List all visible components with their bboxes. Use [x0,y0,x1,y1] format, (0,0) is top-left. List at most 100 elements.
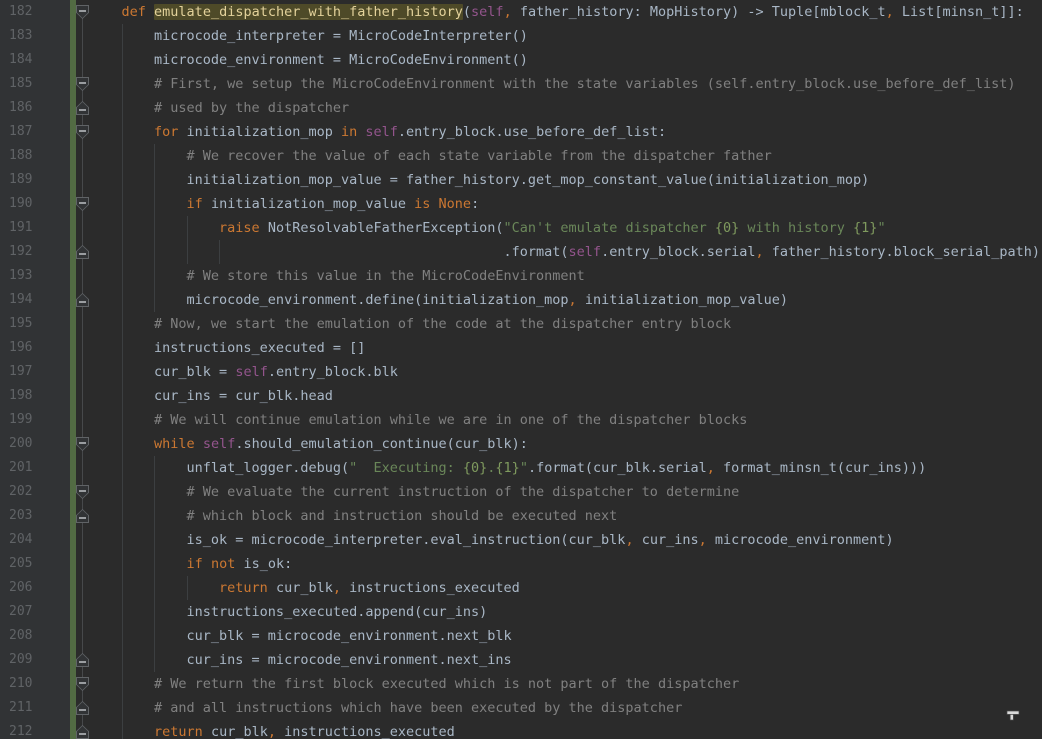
token-p [89,556,187,572]
fold-end-icon[interactable] [76,509,89,523]
code-line[interactable]: microcode_environment = MicroCodeEnviron… [89,48,1042,72]
fold-start-icon[interactable] [76,5,89,19]
code-line[interactable]: # We will continue emulation while we ar… [89,408,1042,432]
code-line[interactable]: if not is_ok: [89,552,1042,576]
code-line[interactable]: return cur_blk, instructions_executed [89,720,1042,739]
line-number[interactable]: 185 [0,72,70,96]
code-line[interactable]: unflat_logger.debug(" Executing: {0}.{1}… [89,456,1042,480]
fold-end-icon[interactable] [76,701,89,715]
token-p: List[minsn_t]]: [894,4,1024,20]
code-line[interactable]: raise NotResolvableFatherException("Can'… [89,216,1042,240]
fold-icon-part [77,126,88,138]
line-number[interactable]: 189 [0,168,70,192]
code-line[interactable]: instructions_executed = [] [89,336,1042,360]
editor-row: 193 # We store this value in the MicroCo… [0,264,1042,288]
line-number[interactable]: 199 [0,408,70,432]
code-line[interactable]: # First, we setup the MicroCodeEnvironme… [89,72,1042,96]
token-o: , [504,4,512,20]
line-number[interactable]: 206 [0,576,70,600]
fold-start-icon[interactable] [76,677,89,691]
code-line[interactable]: # and all instructions which have been e… [89,696,1042,720]
fold-end-icon[interactable] [76,101,89,115]
token-f: {0} [463,460,487,476]
line-number[interactable]: 197 [0,360,70,384]
line-number[interactable]: 207 [0,600,70,624]
fold-icon-part [77,198,88,210]
code-line[interactable]: cur_ins = microcode_environment.next_ins [89,648,1042,672]
code-line[interactable]: if initialization_mop_value is None: [89,192,1042,216]
fold-start-icon[interactable] [76,125,89,139]
fold-icon-part [79,82,86,84]
code-line[interactable]: # We evaluate the current instruction of… [89,480,1042,504]
code-line[interactable]: # We store this value in the MicroCodeEn… [89,264,1042,288]
code-line[interactable]: # We return the first block executed whi… [89,672,1042,696]
code-line[interactable]: # which block and instruction should be … [89,504,1042,528]
code-text: # which block and instruction should be … [89,504,1042,528]
line-number[interactable]: 192 [0,240,70,264]
fold-end-icon[interactable] [76,653,89,667]
line-number[interactable]: 190 [0,192,70,216]
line-number[interactable]: 191 [0,216,70,240]
fold-end-icon[interactable] [76,245,89,259]
code-line[interactable]: microcode_interpreter = MicroCodeInterpr… [89,24,1042,48]
code-line[interactable]: instructions_executed.append(cur_ins) [89,600,1042,624]
token-k: None [439,196,472,212]
fold-start-icon[interactable] [76,485,89,499]
line-number[interactable]: 193 [0,264,70,288]
fold-start-icon[interactable] [76,197,89,211]
token-s: " [877,220,885,236]
line-number[interactable]: 183 [0,24,70,48]
fold-end-icon[interactable] [76,725,89,739]
fold-icon-part [77,102,88,114]
code-line[interactable]: def emulate_dispatcher_with_father_histo… [89,0,1042,24]
code-line[interactable]: for initialization_mop in self.entry_blo… [89,120,1042,144]
line-number[interactable]: 196 [0,336,70,360]
token-p: initialization_mop_value) [577,292,788,308]
code-line[interactable]: initialization_mop_value = father_histor… [89,168,1042,192]
line-number[interactable]: 194 [0,288,70,312]
line-number[interactable]: 209 [0,648,70,672]
fold-start-icon[interactable] [76,437,89,451]
gutter-fold-column [76,48,89,72]
code-line[interactable]: # used by the dispatcher [89,96,1042,120]
editor-row: 182 def emulate_dispatcher_with_father_h… [0,0,1042,24]
line-number[interactable]: 186 [0,96,70,120]
fold-icon-part [77,78,88,90]
line-number[interactable]: 187 [0,120,70,144]
code-line[interactable]: return cur_blk, instructions_executed [89,576,1042,600]
code-line[interactable]: cur_blk = microcode_environment.next_blk [89,624,1042,648]
line-number[interactable]: 201 [0,456,70,480]
line-number[interactable]: 208 [0,624,70,648]
token-p: microcode_environment.define(initializat… [89,292,569,308]
code-text: while self.should_emulation_continue(cur… [89,432,1042,456]
line-number[interactable]: 212 [0,720,70,739]
line-number[interactable]: 203 [0,504,70,528]
line-number[interactable]: 200 [0,432,70,456]
code-line[interactable]: microcode_environment.define(initializat… [89,288,1042,312]
line-number[interactable]: 202 [0,480,70,504]
code-line[interactable]: while self.should_emulation_continue(cur… [89,432,1042,456]
code-line[interactable]: .format(self.entry_block.serial, father_… [89,240,1042,264]
code-text: initialization_mop_value = father_histor… [89,168,1042,192]
editor-row: 201 unflat_logger.debug(" Executing: {0}… [0,456,1042,480]
line-number[interactable]: 211 [0,696,70,720]
code-line[interactable]: # Now, we start the emulation of the cod… [89,312,1042,336]
fold-end-icon[interactable] [76,293,89,307]
fold-start-icon[interactable] [76,77,89,91]
line-number[interactable]: 210 [0,672,70,696]
line-number[interactable]: 188 [0,144,70,168]
line-number[interactable]: 195 [0,312,70,336]
editor-row: 205 if not is_ok: [0,552,1042,576]
line-number[interactable]: 182 [0,0,70,24]
token-k: not [211,556,235,572]
line-number[interactable]: 205 [0,552,70,576]
token-p: initialization_mop_value = father_histor… [89,172,869,188]
code-line[interactable]: cur_ins = cur_blk.head [89,384,1042,408]
line-number[interactable]: 198 [0,384,70,408]
line-number[interactable]: 204 [0,528,70,552]
line-number[interactable]: 184 [0,48,70,72]
code-line[interactable]: is_ok = microcode_interpreter.eval_instr… [89,528,1042,552]
code-line[interactable]: cur_blk = self.entry_block.blk [89,360,1042,384]
token-c: # Now, we start the emulation of the cod… [89,316,731,332]
code-line[interactable]: # We recover the value of each state var… [89,144,1042,168]
